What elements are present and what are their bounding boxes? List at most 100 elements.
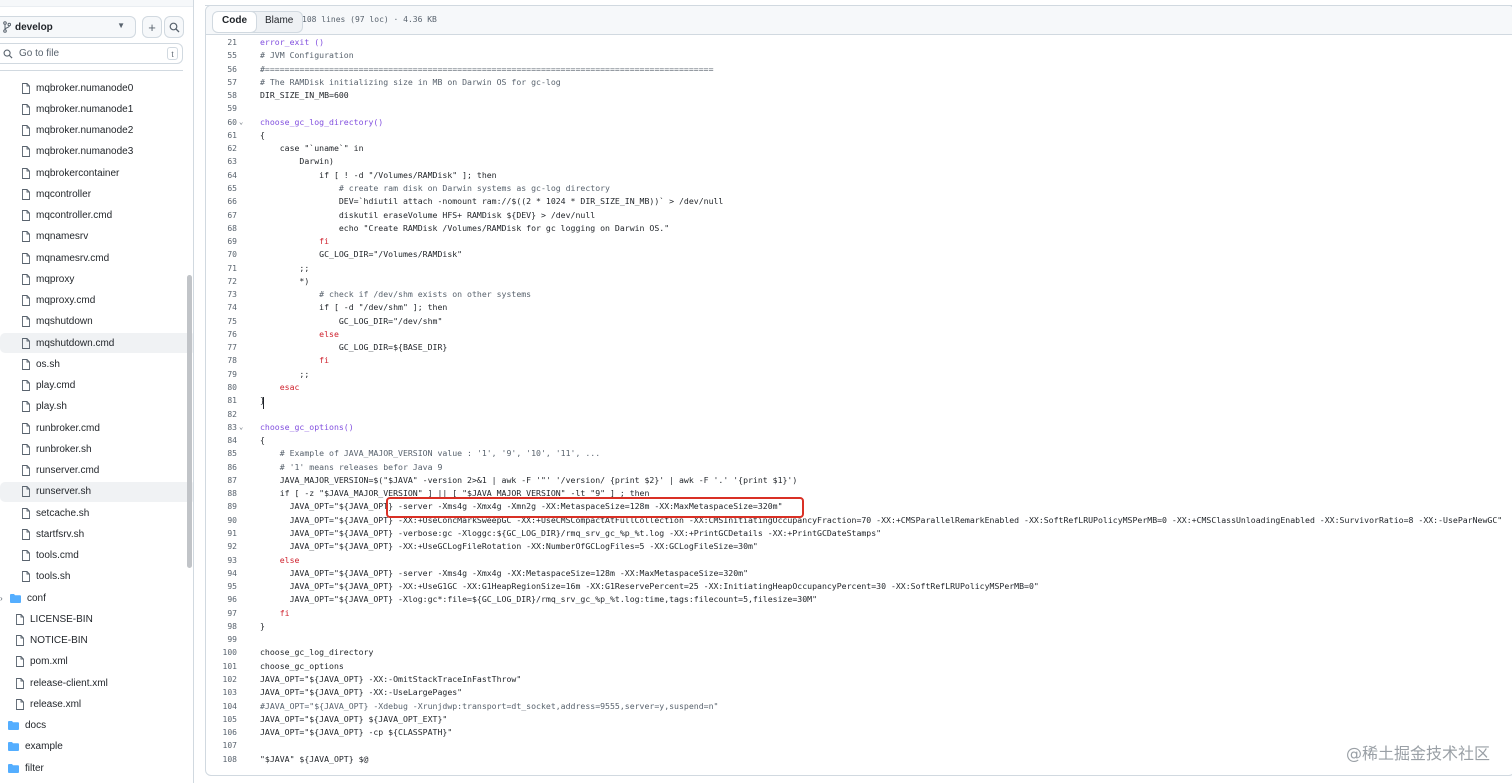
tree-file[interactable]: play.cmd — [0, 376, 193, 396]
line-number[interactable]: 98 — [206, 620, 237, 633]
tree-file[interactable]: os.sh — [0, 354, 193, 374]
line-number[interactable]: 69 — [206, 235, 237, 248]
line-number[interactable]: 68 — [206, 222, 237, 235]
line-number[interactable]: 104 — [206, 700, 237, 713]
line-number[interactable]: 95 — [206, 580, 237, 593]
file-icon — [22, 401, 30, 413]
fold-chevron-icon[interactable]: ⌄ — [239, 421, 243, 434]
line-number[interactable]: 76 — [206, 328, 237, 341]
line-number[interactable]: 64 — [206, 169, 237, 182]
go-to-file-input[interactable]: Go to file t — [0, 43, 183, 64]
tree-item-label: mqnamesrv.cmd — [36, 252, 110, 264]
sidebar-scrollbar[interactable] — [187, 275, 192, 568]
tree-file[interactable]: mqbroker.numanode0 — [0, 78, 193, 98]
line-number[interactable]: 60 — [206, 116, 237, 129]
line-number[interactable]: 100 — [206, 646, 237, 659]
line-number[interactable]: 86 — [206, 461, 237, 474]
line-number[interactable]: 94 — [206, 567, 237, 580]
tree-file[interactable]: mqbrokercontainer — [0, 163, 193, 183]
tree-file[interactable]: mqbroker.numanode3 — [0, 142, 193, 162]
line-number[interactable]: 63 — [206, 155, 237, 168]
line-number[interactable]: 56 — [206, 63, 237, 76]
line-number[interactable]: 97 — [206, 607, 237, 620]
line-number[interactable]: 57 — [206, 76, 237, 89]
tree-file[interactable]: runbroker.cmd — [0, 418, 193, 438]
line-number[interactable]: 75 — [206, 315, 237, 328]
line-number[interactable]: 107 — [206, 739, 237, 752]
line-number[interactable]: 99 — [206, 633, 237, 646]
tree-file[interactable]: mqbroker.numanode1 — [0, 99, 193, 119]
line-number[interactable]: 21 — [206, 36, 237, 49]
line-number[interactable]: 102 — [206, 673, 237, 686]
tree-file[interactable]: LICENSE-BIN — [0, 609, 190, 629]
line-number[interactable]: 108 — [206, 753, 237, 766]
tree-file[interactable]: release-client.xml — [0, 673, 190, 693]
tree-file[interactable]: mqcontroller.cmd — [0, 206, 193, 226]
line-number[interactable]: 103 — [206, 686, 237, 699]
tree-folder[interactable]: filter — [0, 758, 182, 778]
line-number[interactable]: 73 — [206, 288, 237, 301]
tree-file[interactable]: mqshutdown — [0, 312, 193, 332]
line-number[interactable]: 89 — [206, 500, 237, 513]
tree-file[interactable]: tools.cmd — [0, 546, 193, 566]
line-number[interactable]: 58 — [206, 89, 237, 102]
tree-file[interactable]: pom.xml — [0, 652, 190, 672]
tree-file[interactable]: runserver.cmd — [0, 461, 193, 481]
line-number[interactable]: 67 — [206, 209, 237, 222]
line-number[interactable]: 105 — [206, 713, 237, 726]
tree-folder[interactable]: › conf — [0, 588, 174, 608]
line-number[interactable]: 91 — [206, 527, 237, 540]
line-number[interactable]: 66 — [206, 195, 237, 208]
line-number[interactable]: 59 — [206, 102, 237, 115]
tree-file[interactable]: tools.sh — [0, 567, 193, 587]
line-number[interactable]: 81 — [206, 394, 237, 407]
tree-file[interactable]: release.xml — [0, 694, 190, 714]
line-number[interactable]: 83 — [206, 421, 237, 434]
tab-blame[interactable]: Blame — [256, 12, 302, 32]
line-number[interactable]: 90 — [206, 514, 237, 527]
line-number[interactable]: 72 — [206, 275, 237, 288]
tree-file[interactable]: mqbroker.numanode2 — [0, 121, 193, 141]
line-number[interactable]: 79 — [206, 368, 237, 381]
search-button[interactable] — [164, 16, 184, 38]
line-number[interactable]: 55 — [206, 49, 237, 62]
line-number[interactable]: 106 — [206, 726, 237, 739]
line-number[interactable]: 62 — [206, 142, 237, 155]
tree-file[interactable]: mqproxy.cmd — [0, 291, 193, 311]
tree-file[interactable]: setcache.sh — [0, 503, 193, 523]
tree-file[interactable]: mqnamesrv.cmd — [0, 248, 193, 268]
branch-selector-button[interactable]: develop ▼ — [0, 16, 136, 38]
line-number[interactable]: 74 — [206, 301, 237, 314]
line-number[interactable]: 88 — [206, 487, 237, 500]
tree-file[interactable]: mqproxy — [0, 269, 193, 289]
line-number[interactable]: 71 — [206, 262, 237, 275]
tree-file[interactable]: runserver.sh — [0, 481, 193, 502]
line-number[interactable]: 78 — [206, 354, 237, 367]
tree-file[interactable]: startfsrv.sh — [0, 524, 193, 544]
line-number[interactable]: 101 — [206, 660, 237, 673]
add-file-button[interactable]: + — [142, 16, 162, 38]
tab-code[interactable]: Code — [213, 12, 257, 32]
line-number[interactable]: 84 — [206, 434, 237, 447]
line-number[interactable]: 61 — [206, 129, 237, 142]
tree-file[interactable]: play.sh — [0, 397, 193, 417]
line-number[interactable]: 92 — [206, 540, 237, 553]
tree-folder[interactable]: example — [0, 737, 182, 757]
line-number[interactable]: 85 — [206, 447, 237, 460]
file-info: 108 lines (97 loc) · 4.36 KB — [302, 15, 437, 24]
tree-file[interactable]: mqnamesrv — [0, 227, 193, 247]
line-number[interactable]: 96 — [206, 593, 237, 606]
line-number[interactable]: 77 — [206, 341, 237, 354]
line-number[interactable]: 70 — [206, 248, 237, 261]
tree-file[interactable]: mqshutdown.cmd — [0, 333, 193, 353]
fold-chevron-icon[interactable]: ⌄ — [239, 116, 243, 129]
line-number[interactable]: 80 — [206, 381, 237, 394]
line-number[interactable]: 93 — [206, 554, 237, 567]
tree-file[interactable]: mqcontroller — [0, 184, 193, 204]
tree-file[interactable]: runbroker.sh — [0, 439, 193, 459]
tree-folder[interactable]: docs — [0, 716, 182, 736]
line-number[interactable]: 65 — [206, 182, 237, 195]
tree-file[interactable]: NOTICE-BIN — [0, 631, 190, 651]
line-number[interactable]: 82 — [206, 408, 237, 421]
line-number[interactable]: 87 — [206, 474, 237, 487]
